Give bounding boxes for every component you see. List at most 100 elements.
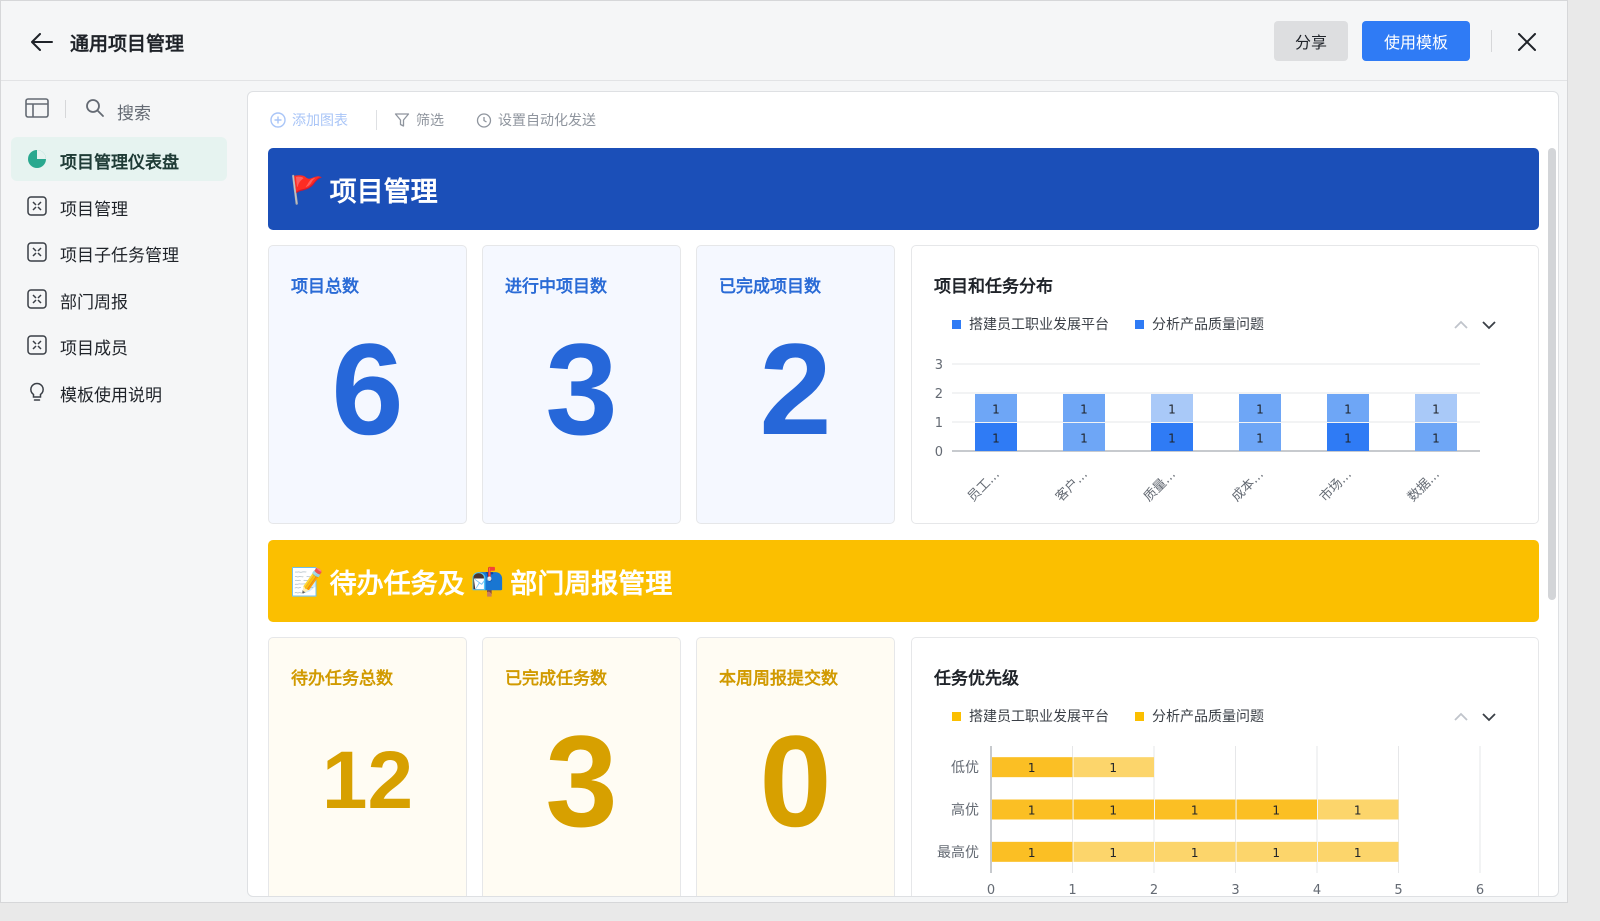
bar-data-label: 1: [1168, 403, 1176, 417]
table-icon: [27, 335, 47, 355]
add-chart-button[interactable]: 添加图表: [270, 110, 348, 130]
x-tick-label: 员工...: [965, 467, 1003, 505]
bar-data-label: 1: [1354, 804, 1362, 818]
mailbox-icon: 📬: [470, 566, 505, 598]
add-chart-label: 添加图表: [292, 113, 348, 129]
bar-data-label: 1: [1080, 403, 1088, 417]
bar-data-label: 1: [1256, 432, 1264, 446]
bar-data-label: 1: [1028, 804, 1036, 818]
banner-title: 🚩 项目管理: [290, 170, 438, 209]
x-tick-label: 1: [1068, 883, 1076, 897]
stat-title: 已完成任务数: [505, 669, 607, 689]
close-icon[interactable]: [1512, 27, 1542, 57]
lightbulb-icon: [27, 382, 47, 402]
memo-icon: 📝: [290, 566, 324, 598]
stat-value: 12: [321, 735, 414, 826]
vertical-scrollbar[interactable]: [1548, 148, 1556, 600]
bar-data-label: 1: [1354, 846, 1362, 860]
stat-title: 项目总数: [291, 277, 359, 297]
stat-card-weekly-reports[interactable]: 本周周报提交数 0: [696, 637, 895, 896]
sidebar-item-template-guide[interactable]: 模板使用说明: [11, 370, 227, 414]
bar-data-label: 1: [1109, 761, 1117, 775]
bar-chart-canvas: 0 1 2 3 1 1 员工... 1 1 客户... 1 1 质量... 1 1 成本... 1 1 市场... 1…: [935, 358, 1480, 505]
bar-data-label: 1: [992, 432, 1000, 446]
stat-title: 待办任务总数: [291, 669, 393, 689]
bar-data-label: 1: [1109, 846, 1117, 860]
search-icon[interactable]: [85, 98, 107, 120]
sidebar-item-label: 部门周报: [60, 293, 128, 313]
sidebar-item-dashboard[interactable]: 项目管理仪表盘: [11, 137, 227, 181]
search-label[interactable]: 搜索: [117, 99, 151, 124]
x-tick-label: 4: [1313, 883, 1321, 897]
sidebar-top: 搜索: [25, 96, 225, 124]
pie-chart-icon: [27, 149, 47, 169]
stat-card-completed-projects[interactable]: 已完成项目数 2: [696, 245, 895, 524]
sidebar-item-label: 项目成员: [60, 339, 128, 359]
auto-send-button[interactable]: 设置自动化发送: [476, 110, 596, 130]
stat-card-total-projects[interactable]: 项目总数 6: [268, 245, 467, 524]
header-divider: [1491, 30, 1492, 52]
use-template-button[interactable]: 使用模板: [1362, 21, 1470, 61]
y-tick-label: 高优: [951, 802, 979, 819]
auto-send-label: 设置自动化发送: [498, 113, 596, 129]
stat-card-completed-tasks[interactable]: 已完成任务数 3: [482, 637, 681, 896]
project-task-distribution-chart[interactable]: 项目和任务分布 搭建员工职业发展平台 分析产品质量问题 01 2 3 1 1 员…: [911, 245, 1539, 524]
bar-data-label: 1: [1028, 761, 1036, 775]
x-tick-label: 数据...: [1405, 467, 1443, 505]
bar-data-label: 1: [1191, 804, 1199, 818]
sidebar-item-label: 项目子任务管理: [60, 246, 179, 266]
stat-value: 6: [331, 316, 404, 462]
x-tick-label: 3: [1231, 883, 1239, 897]
bar-data-label: 1: [1272, 846, 1280, 860]
bar-data-label: 1: [1256, 403, 1264, 417]
stat-card-in-progress-projects[interactable]: 进行中项目数 3: [482, 245, 681, 524]
sidebar-item-label: 项目管理: [60, 200, 128, 220]
sidebar-item-weekly-report[interactable]: 部门周报: [11, 277, 227, 321]
task-priority-chart[interactable]: 任务优先级 搭建员工职业发展平台 分析产品质量问题 0123 4 5 6 低优 …: [911, 637, 1539, 897]
sidebar-item-subtask-management[interactable]: 项目子任务管理: [11, 230, 227, 274]
bar-data-label: 1: [1109, 804, 1117, 818]
stat-value: 0: [759, 708, 832, 854]
app-window: 通用项目管理 分享 使用模板 搜索 项目管理仪表盘 项目管理 项目子任务管理 部…: [0, 0, 1568, 903]
sidebar-item-project-management[interactable]: 项目管理: [11, 184, 227, 228]
bar-data-label: 1: [1191, 846, 1199, 860]
x-tick-label: 5: [1394, 883, 1402, 897]
y-tick-label: 3: [935, 358, 943, 373]
dashboard-panel: 添加图表 筛选 设置自动化发送 🚩 项目管理 项目总数 6 进行中项目数 3 已…: [247, 91, 1559, 897]
stat-value: 3: [545, 708, 618, 854]
banner-title: 📝 待办任务及 📬 部门周报管理: [290, 562, 672, 601]
x-tick-label: 市场...: [1316, 467, 1354, 505]
stat-card-pending-tasks[interactable]: 待办任务总数 12: [268, 637, 467, 896]
table-icon: [27, 242, 47, 262]
banner-title-text: 项目管理: [329, 177, 438, 208]
project-section-banner: 🚩 项目管理: [268, 148, 1539, 230]
y-tick-label: 0: [935, 445, 943, 460]
toolbar-divider: [376, 110, 377, 130]
clock-icon: [476, 113, 492, 128]
dashboard-toolbar: 添加图表 筛选 设置自动化发送: [270, 108, 870, 132]
y-tick-label: 低优: [951, 760, 979, 776]
bar-data-label: 1: [1168, 432, 1176, 446]
sidebar-item-project-members[interactable]: 项目成员: [11, 323, 227, 367]
y-tick-label: 1: [935, 416, 943, 431]
x-tick-label: 0: [987, 883, 995, 897]
bar-data-label: 1: [1432, 403, 1440, 417]
stat-title: 进行中项目数: [505, 277, 607, 297]
bar-data-label: 1: [1272, 804, 1280, 818]
banner-title-text: 部门周报管理: [510, 569, 673, 600]
table-icon: [27, 289, 47, 309]
back-arrow-icon[interactable]: [27, 27, 57, 57]
stat-title: 已完成项目数: [719, 277, 821, 297]
share-button[interactable]: 分享: [1274, 21, 1348, 61]
add-circle-icon: [270, 112, 286, 128]
flag-icon: 🚩: [290, 174, 324, 206]
filter-button[interactable]: 筛选: [394, 110, 444, 130]
stat-value: 2: [759, 316, 832, 462]
layout-toggle-icon[interactable]: [25, 98, 49, 120]
y-tick-label: 最高优: [937, 844, 979, 861]
x-tick-label: 质量...: [1141, 467, 1179, 505]
stat-title: 本周周报提交数: [719, 669, 838, 689]
bar-data-label: 1: [1344, 432, 1352, 446]
sidebar-item-label: 项目管理仪表盘: [60, 153, 179, 173]
header-bar: 通用项目管理 分享 使用模板: [1, 1, 1567, 81]
